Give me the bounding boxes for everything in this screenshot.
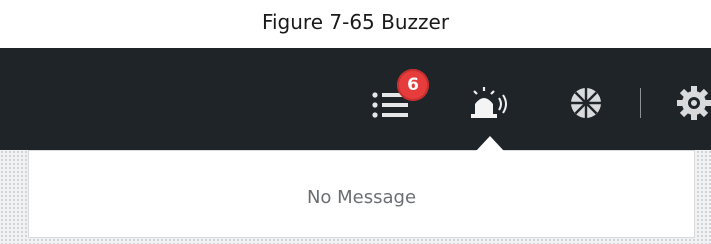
network-icon[interactable] (569, 86, 603, 120)
buzzer-icon[interactable] (468, 86, 512, 120)
gear-icon[interactable] (676, 85, 711, 121)
notification-count-badge: 6 (397, 69, 429, 101)
top-toolbar (0, 48, 711, 150)
buzzer-dropdown-panel: No Message (28, 150, 695, 238)
figure-caption: Figure 7-65 Buzzer (261, 10, 450, 34)
empty-message: No Message (306, 187, 417, 208)
dropdown-caret (476, 136, 504, 151)
toolbar-divider (640, 88, 641, 118)
